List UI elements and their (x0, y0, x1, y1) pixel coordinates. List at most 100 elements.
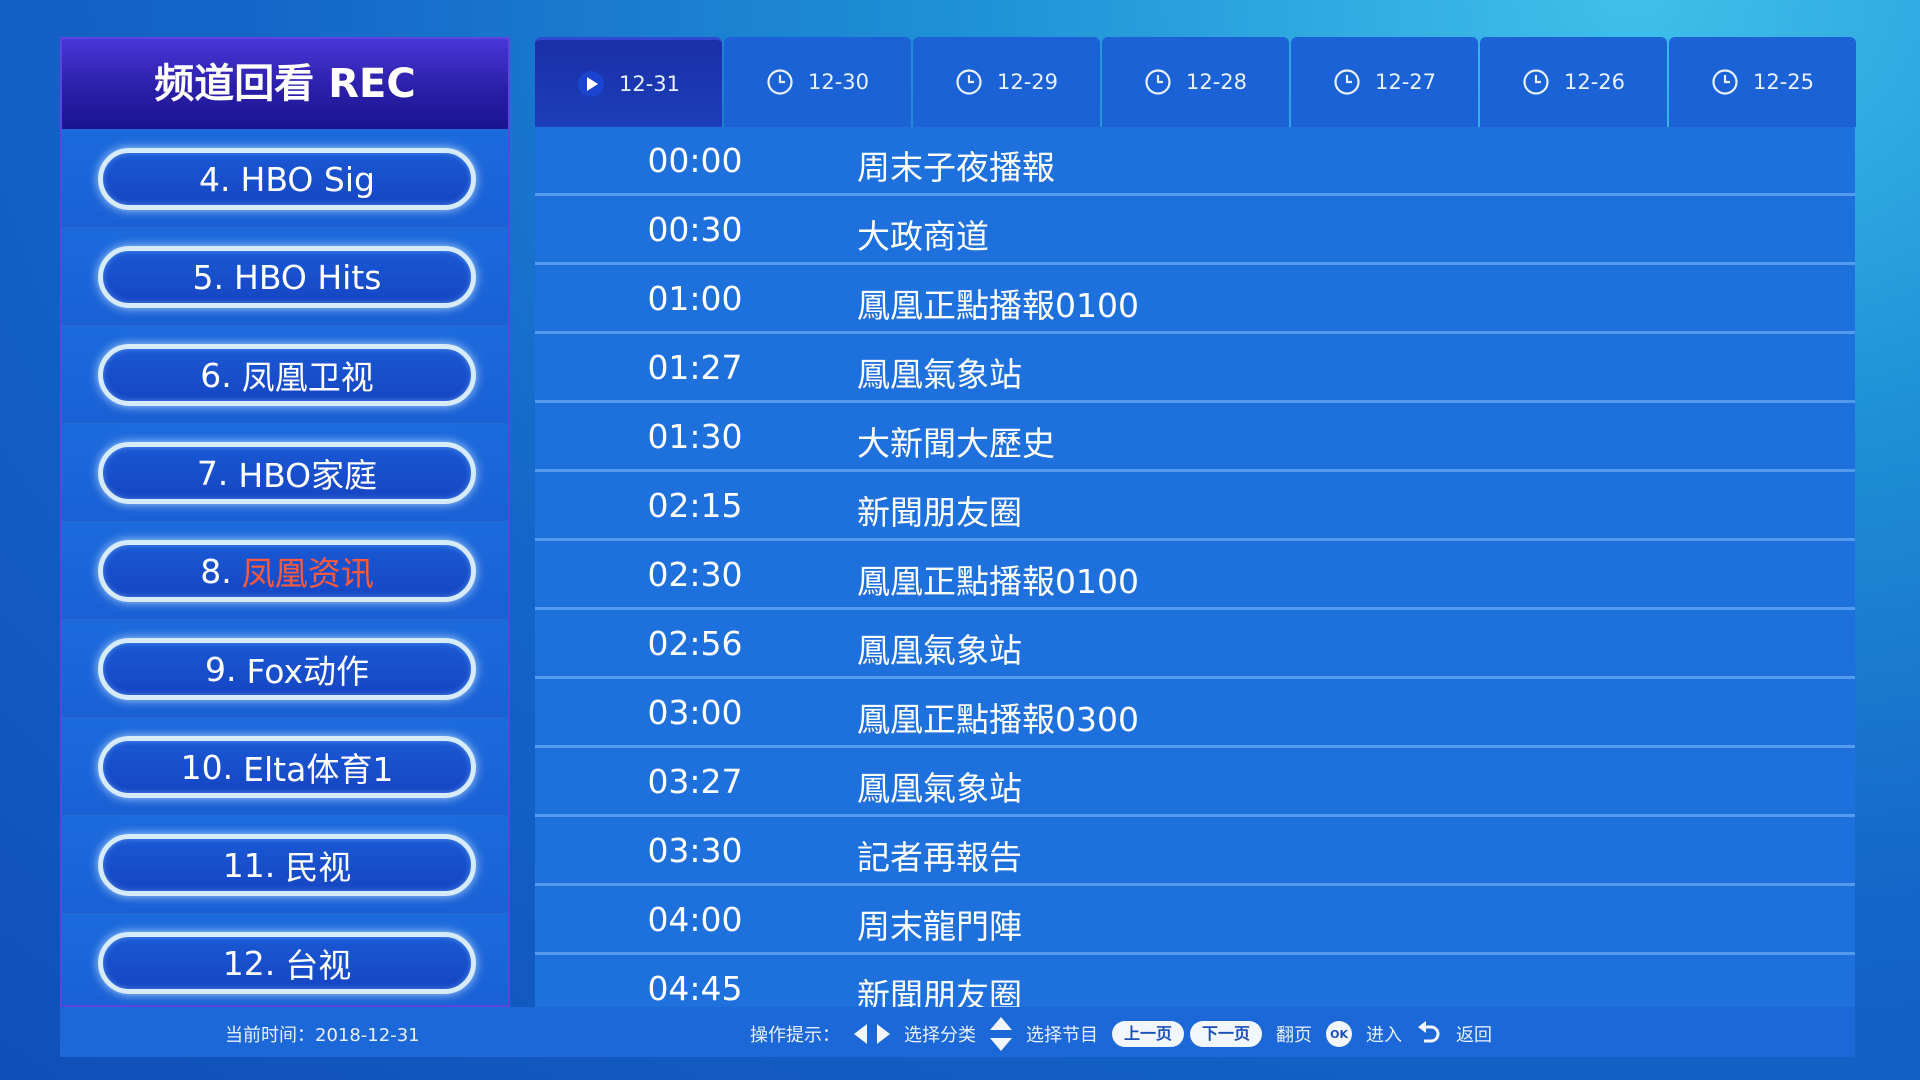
panel-title: 频道回看 REC (62, 39, 508, 132)
program-time: 03:27 (647, 762, 743, 801)
tab-12-26[interactable]: 12-26 (1480, 37, 1667, 127)
operation-hints: 操作提示： 选择分类 选择节目 上一页 下一页 翻页 OK 进入 返回 (750, 1017, 1506, 1051)
program-title: 大新聞大歷史 (857, 424, 1055, 463)
channel-button[interactable]: 4. HBO Sig (98, 148, 476, 210)
channel-name: Elta体育1 (243, 750, 394, 789)
channel-number: 6. (200, 355, 232, 395)
hint-program: 选择节目 (1026, 1025, 1098, 1046)
channel-name: 民视 (285, 848, 352, 887)
program-title: 周末子夜播報 (857, 148, 1055, 187)
program-row[interactable]: 00:00 周末子夜播報 (535, 127, 1855, 196)
channel-button[interactable]: 12. 台视 (98, 932, 476, 994)
program-row[interactable]: 02:30 鳳凰正點播報0100 (535, 541, 1855, 610)
program-title: 鳳凰正點播報0300 (857, 700, 1139, 739)
program-time: 02:15 (647, 486, 743, 525)
channel-number: 9. (204, 649, 237, 689)
channel-row: 5. HBO Hits (62, 227, 508, 325)
program-title: 鳳凰氣象站 (857, 355, 1022, 394)
channel-button[interactable]: 7. HBO家庭 (98, 442, 476, 504)
program-row[interactable]: 00:30 大政商道 (535, 196, 1855, 265)
channel-panel: 频道回看 REC 4. HBO Sig 5. HBO Hits 6. 凤凰卫视 7. HBO家… (60, 37, 510, 1007)
channel-name: HBO家庭 (238, 456, 378, 495)
program-title: 記者再報告 (857, 838, 1022, 877)
channel-button[interactable]: 6. 凤凰卫视 (98, 344, 476, 406)
program-row[interactable]: 03:30 記者再報告 (535, 817, 1855, 886)
program-row[interactable]: 01:00 鳳凰正點播報0100 (535, 265, 1855, 334)
channel-button[interactable]: 8. 凤凰资讯 (98, 540, 476, 602)
ok-icon: OK (1326, 1021, 1353, 1047)
date-tabs: 12-31 12-30 12-29 12-28 12-27 12-26 12-25 (535, 37, 1856, 127)
page-down-button[interactable]: 下一页 (1190, 1021, 1263, 1047)
channel-row: 12. 台视 (62, 913, 508, 1005)
program-time: 02:56 (647, 624, 743, 663)
hint-enter: 进入 (1366, 1025, 1403, 1046)
tab-label: 12-30 (807, 70, 870, 94)
play-icon (577, 70, 605, 98)
hint-label: 操作提示： (750, 1025, 840, 1046)
channel-row: 9. Fox动作 (62, 619, 508, 717)
program-time: 01:00 (647, 279, 743, 318)
channel-number: 5. (192, 257, 225, 297)
tab-label: 12-29 (996, 70, 1059, 94)
channel-button[interactable]: 9. Fox动作 (98, 638, 476, 700)
program-title: 周末龍門陣 (857, 907, 1022, 946)
tab-label: 12-28 (1185, 70, 1248, 94)
channel-row: 11. 民视 (62, 815, 508, 913)
program-row[interactable]: 04:45 新聞朋友圈 (535, 955, 1855, 1007)
channel-button[interactable]: 11. 民视 (98, 834, 476, 896)
tab-label: 12-26 (1563, 70, 1626, 94)
program-row[interactable]: 02:56 鳳凰氣象站 (535, 610, 1855, 679)
program-time: 00:00 (647, 141, 743, 180)
program-time: 00:30 (647, 210, 743, 249)
program-row[interactable]: 04:00 周末龍門陣 (535, 886, 1855, 955)
program-time: 04:00 (647, 900, 743, 939)
clock-icon (1711, 68, 1739, 96)
clock-icon (766, 68, 794, 96)
program-time: 01:30 (647, 417, 743, 456)
channel-name: 台视 (285, 946, 352, 985)
program-time: 02:30 (647, 555, 743, 594)
back-icon (1416, 1021, 1442, 1047)
tab-12-25[interactable]: 12-25 (1669, 37, 1856, 127)
clock-icon (955, 68, 983, 96)
program-title: 大政商道 (857, 217, 989, 256)
program-time: 03:30 (647, 831, 743, 870)
up-down-arrows-icon (990, 1017, 1012, 1051)
channel-row: 7. HBO家庭 (62, 423, 508, 521)
program-row[interactable]: 03:27 鳳凰氣象站 (535, 748, 1855, 817)
channel-number: 12. (222, 943, 276, 983)
program-row[interactable]: 02:15 新聞朋友圈 (535, 472, 1855, 541)
tab-label: 12-25 (1752, 70, 1815, 94)
tab-12-31[interactable]: 12-31 (535, 37, 722, 127)
channel-list: 4. HBO Sig 5. HBO Hits 6. 凤凰卫视 7. HBO家庭 8. 凤凰资讯 9.… (62, 129, 508, 1005)
channel-number: 11. (222, 845, 276, 885)
program-row[interactable]: 03:00 鳳凰正點播報0300 (535, 679, 1855, 748)
channel-row: 6. 凤凰卫视 (62, 325, 508, 423)
clock-icon (1333, 68, 1361, 96)
hint-category: 选择分类 (904, 1025, 976, 1046)
channel-row: 4. HBO Sig (62, 129, 508, 227)
clock-icon (1522, 68, 1550, 96)
program-time: 01:27 (647, 348, 743, 387)
channel-name: HBO Sig (240, 159, 375, 199)
page-up-button[interactable]: 上一页 (1112, 1021, 1185, 1047)
program-title: 鳳凰正點播報0100 (857, 286, 1139, 325)
program-row[interactable]: 01:27 鳳凰氣象站 (535, 334, 1855, 403)
channel-name: Fox动作 (246, 652, 369, 691)
tab-12-29[interactable]: 12-29 (913, 37, 1100, 127)
program-title: 鳳凰氣象站 (857, 769, 1022, 808)
channel-row: 10. Elta体育1 (62, 717, 508, 815)
channel-button[interactable]: 5. HBO Hits (98, 246, 476, 308)
tab-label: 12-27 (1374, 70, 1437, 94)
program-time: 04:45 (647, 969, 743, 1007)
channel-number: 8. (200, 551, 232, 591)
current-time: 当前时间：2018-12-31 (225, 1025, 420, 1046)
program-title: 鳳凰氣象站 (857, 631, 1022, 670)
channel-button[interactable]: 10. Elta体育1 (98, 736, 476, 798)
program-row[interactable]: 01:30 大新聞大歷史 (535, 403, 1855, 472)
tab-12-27[interactable]: 12-27 (1291, 37, 1478, 127)
tab-12-30[interactable]: 12-30 (724, 37, 911, 127)
channel-number: 7. (196, 453, 229, 493)
tab-12-28[interactable]: 12-28 (1102, 37, 1289, 127)
program-title: 新聞朋友圈 (857, 976, 1022, 1007)
